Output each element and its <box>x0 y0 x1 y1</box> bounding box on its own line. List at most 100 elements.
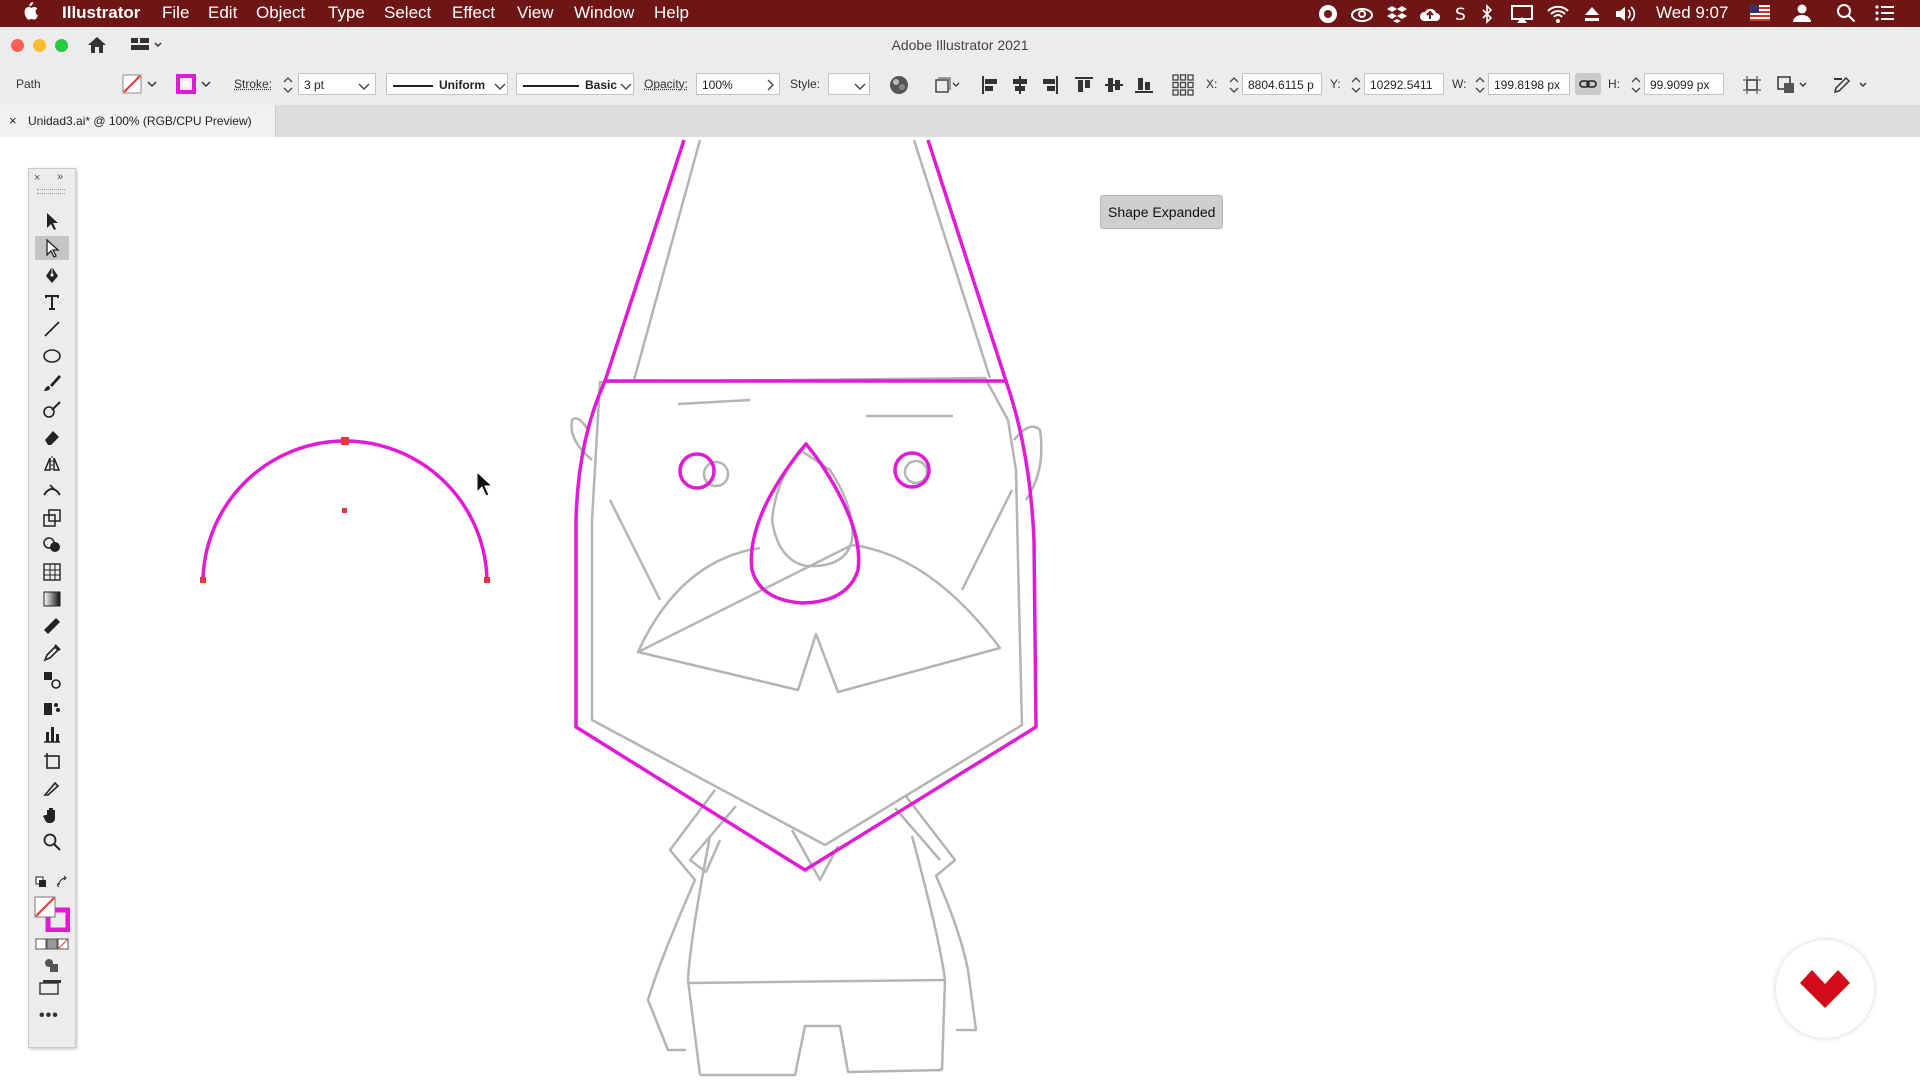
gradient-tool[interactable] <box>35 587 69 611</box>
brush-dropdown-chevron-icon[interactable] <box>620 81 632 95</box>
menu-select[interactable]: Select <box>384 3 431 23</box>
creative-cloud-icon[interactable] <box>1350 4 1374 29</box>
y-stepper-icon[interactable] <box>1350 74 1362 99</box>
menu-view[interactable]: View <box>517 3 554 23</box>
expand-panel-icon[interactable]: » <box>57 171 63 183</box>
zoom-tool[interactable] <box>35 830 69 854</box>
dropbox-icon[interactable] <box>1386 4 1408 29</box>
eyedropper-tool[interactable] <box>35 641 69 665</box>
close-document-tab-icon[interactable]: × <box>9 113 17 128</box>
reflect-tool[interactable] <box>35 452 69 476</box>
stroke-color-swatch[interactable] <box>176 74 216 97</box>
width-input[interactable]: 199.8198 px <box>1488 73 1570 95</box>
align-right-icon[interactable] <box>1040 75 1060 98</box>
height-input[interactable]: 99.9099 px <box>1644 73 1724 95</box>
ellipse-tool[interactable] <box>35 344 69 368</box>
mask-options-icon[interactable] <box>1776 75 1812 98</box>
notification-center-icon[interactable] <box>1874 3 1896 28</box>
opacity-expand-icon[interactable] <box>766 79 776 94</box>
eraser-tool[interactable] <box>35 425 69 449</box>
shaper-tool[interactable] <box>35 398 69 422</box>
hand-tool[interactable] <box>35 803 69 827</box>
swap-fill-stroke-icon[interactable] <box>56 875 69 893</box>
perspective-grid-tool[interactable] <box>35 560 69 584</box>
volume-icon[interactable] <box>1614 4 1638 29</box>
column-graph-tool[interactable] <box>35 722 69 746</box>
line-segment-tool[interactable] <box>35 317 69 341</box>
reference-point-icon[interactable] <box>1172 74 1194 99</box>
transform-options-icon[interactable] <box>934 75 962 98</box>
pen-tool[interactable] <box>35 263 69 287</box>
arc-selection[interactable] <box>200 437 490 584</box>
artwork-svg[interactable] <box>0 137 1920 1080</box>
measure-tool[interactable] <box>35 614 69 638</box>
scale-tool[interactable] <box>35 506 69 530</box>
align-top-icon[interactable] <box>1074 75 1094 98</box>
default-fill-stroke-icon[interactable] <box>35 875 47 893</box>
menu-file[interactable]: File <box>162 3 189 23</box>
slice-tool[interactable] <box>35 776 69 800</box>
apple-logo-icon[interactable] <box>22 1 38 26</box>
width-tool[interactable] <box>35 479 69 503</box>
width-stepper-icon[interactable] <box>1474 74 1486 99</box>
app-menu-illustrator[interactable]: Illustrator <box>62 3 140 23</box>
profile-dropdown-chevron-icon[interactable] <box>494 81 506 95</box>
screen-mode-icon[interactable] <box>39 979 61 1000</box>
constrain-proportions-link-icon[interactable] <box>1575 73 1601 95</box>
style-dropdown-chevron-icon[interactable] <box>854 81 866 95</box>
isolate-object-icon[interactable] <box>1742 75 1762 98</box>
properties-panel-icon[interactable] <box>1832 75 1872 98</box>
selection-tool[interactable] <box>35 209 69 233</box>
artboard-tool[interactable] <box>35 749 69 773</box>
variable-width-profile-dropdown[interactable]: Uniform <box>386 73 508 95</box>
brush-definition-dropdown[interactable]: Basic <box>516 73 634 95</box>
bluetooth-like-icon[interactable] <box>1478 4 1496 29</box>
y-position-input[interactable]: 10292.5411 <box>1364 73 1444 95</box>
menu-window[interactable]: Window <box>574 3 634 23</box>
fill-none-swatch[interactable] <box>122 74 162 97</box>
height-stepper-icon[interactable] <box>1630 74 1642 99</box>
align-left-icon[interactable] <box>980 75 1000 98</box>
align-vertical-center-icon[interactable] <box>1104 75 1124 98</box>
spotlight-search-icon[interactable] <box>1836 3 1856 28</box>
document-tab[interactable]: × Unidad3.ai* @ 100% (RGB/CPU Preview) <box>0 105 276 137</box>
blend-tool[interactable] <box>35 668 69 692</box>
screen-record-icon[interactable] <box>1318 4 1338 29</box>
align-bottom-icon[interactable] <box>1134 75 1154 98</box>
user-icon[interactable] <box>1792 3 1812 28</box>
opacity-label[interactable]: Opacity: <box>644 77 688 91</box>
clock[interactable]: Wed 9:07 <box>1656 3 1728 23</box>
artboard-canvas[interactable]: Shape Expanded <box>0 137 1920 1080</box>
us-flag-icon[interactable] <box>1750 5 1770 26</box>
menu-edit[interactable]: Edit <box>208 3 237 23</box>
panel-grip[interactable] <box>37 189 65 194</box>
stroke-label[interactable]: Stroke: <box>234 77 272 91</box>
wifi-icon[interactable] <box>1546 4 1570 29</box>
cloud-upload-icon[interactable] <box>1418 4 1442 29</box>
align-horizontal-center-icon[interactable] <box>1010 75 1030 98</box>
menu-help[interactable]: Help <box>654 3 689 23</box>
direct-selection-tool[interactable] <box>35 236 69 260</box>
color-gradient-none-modes-icon[interactable] <box>35 937 69 955</box>
x-stepper-icon[interactable] <box>1228 74 1240 99</box>
stroke-weight-dropdown-icon[interactable] <box>358 81 370 95</box>
menu-object[interactable]: Object <box>256 3 305 23</box>
shape-builder-tool[interactable] <box>35 533 69 557</box>
edit-toolbar-more-icon[interactable]: ••• <box>39 1007 59 1025</box>
close-panel-icon[interactable]: × <box>34 172 40 184</box>
symbol-sprayer-tool[interactable] <box>35 695 69 719</box>
airplay-icon[interactable] <box>1510 4 1534 29</box>
fill-stroke-indicator-icon[interactable] <box>34 896 71 937</box>
x-position-input[interactable]: 8804.6115 p <box>1242 73 1322 95</box>
hat-right-sketch-line <box>912 139 992 379</box>
stroke-weight-stepper-icon[interactable] <box>282 74 294 99</box>
recolor-artwork-icon[interactable] <box>888 74 910 99</box>
brush-definition-label: Basic <box>585 78 618 92</box>
menu-effect[interactable]: Effect <box>452 3 495 23</box>
drawing-modes-icon[interactable] <box>43 957 59 978</box>
skype-icon[interactable]: S <box>1452 4 1470 29</box>
type-tool[interactable] <box>35 290 69 314</box>
eject-icon[interactable] <box>1582 4 1602 29</box>
menu-type[interactable]: Type <box>328 3 365 23</box>
paintbrush-tool[interactable] <box>35 371 69 395</box>
